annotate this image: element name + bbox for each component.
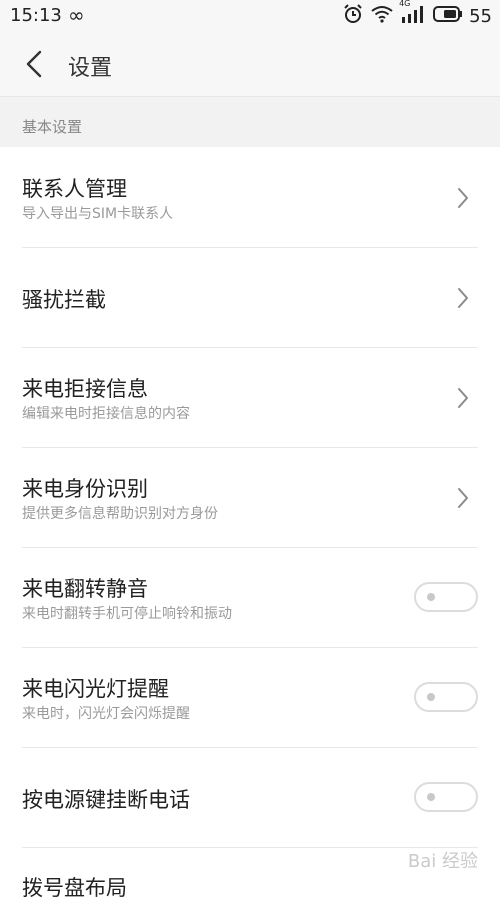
settings-item-contacts[interactable]: 联系人管理 导入导出与SIM卡联系人 — [0, 148, 500, 248]
toggle-knob — [427, 793, 435, 801]
title-bar: 设置 — [0, 32, 500, 97]
battery-percent: 55 — [469, 6, 492, 27]
toggle-knob — [427, 693, 435, 701]
status-bar: 15:13 ∞ 4G — [0, 0, 500, 32]
toggle-knob — [427, 593, 435, 601]
chevron-left-icon — [25, 50, 43, 78]
item-title: 来电翻转静音 — [22, 573, 148, 603]
network-label: 4G — [399, 0, 410, 8]
wifi-icon — [371, 5, 393, 27]
battery-icon — [433, 5, 463, 27]
chevron-right-icon — [456, 387, 470, 409]
item-title: 联系人管理 — [22, 173, 127, 203]
item-subtitle: 提供更多信息帮助识别对方身份 — [22, 503, 218, 523]
loop-icon: ∞ — [68, 3, 85, 27]
chevron-right-icon — [456, 287, 470, 309]
signal-icon: 4G — [401, 5, 425, 27]
chevron-right-icon — [456, 187, 470, 209]
flip-mute-toggle[interactable] — [414, 582, 478, 612]
item-title: 拨号盘布局 — [22, 872, 127, 902]
settings-item-flip-mute: 来电翻转静音 来电时翻转手机可停止响铃和振动 — [0, 548, 500, 648]
status-icons: 4G 55 — [335, 4, 492, 28]
settings-item-power-key-hangup: 按电源键挂断电话 — [0, 748, 500, 848]
power-key-hangup-toggle[interactable] — [414, 782, 478, 812]
item-title: 骚扰拦截 — [22, 284, 106, 314]
section-title: 基本设置 — [22, 116, 82, 137]
settings-item-reject-message[interactable]: 来电拒接信息 编辑来电时拒接信息的内容 — [0, 348, 500, 448]
item-subtitle: 导入导出与SIM卡联系人 — [22, 203, 173, 223]
item-title: 来电拒接信息 — [22, 373, 148, 403]
item-subtitle: 编辑来电时拒接信息的内容 — [22, 403, 190, 423]
flash-alert-toggle[interactable] — [414, 682, 478, 712]
item-subtitle: 来电时翻转手机可停止响铃和振动 — [22, 603, 232, 623]
page-title: 设置 — [68, 50, 112, 82]
section-header: 基本设置 — [0, 97, 500, 147]
item-title: 来电身份识别 — [22, 473, 148, 503]
settings-item-harassment-block[interactable]: 骚扰拦截 — [0, 248, 500, 348]
item-subtitle: 来电时，闪光灯会闪烁提醒 — [22, 703, 190, 723]
settings-item-flash-alert: 来电闪光灯提醒 来电时，闪光灯会闪烁提醒 — [0, 648, 500, 748]
status-time: 15:13 — [10, 5, 62, 26]
item-title: 按电源键挂断电话 — [22, 784, 190, 814]
chevron-right-icon — [456, 487, 470, 509]
watermark-logo: Bai 经验 — [408, 847, 478, 873]
alarm-icon — [343, 4, 363, 28]
back-button[interactable] — [14, 44, 54, 84]
item-title: 来电闪光灯提醒 — [22, 673, 169, 703]
settings-item-caller-id[interactable]: 来电身份识别 提供更多信息帮助识别对方身份 — [0, 448, 500, 548]
